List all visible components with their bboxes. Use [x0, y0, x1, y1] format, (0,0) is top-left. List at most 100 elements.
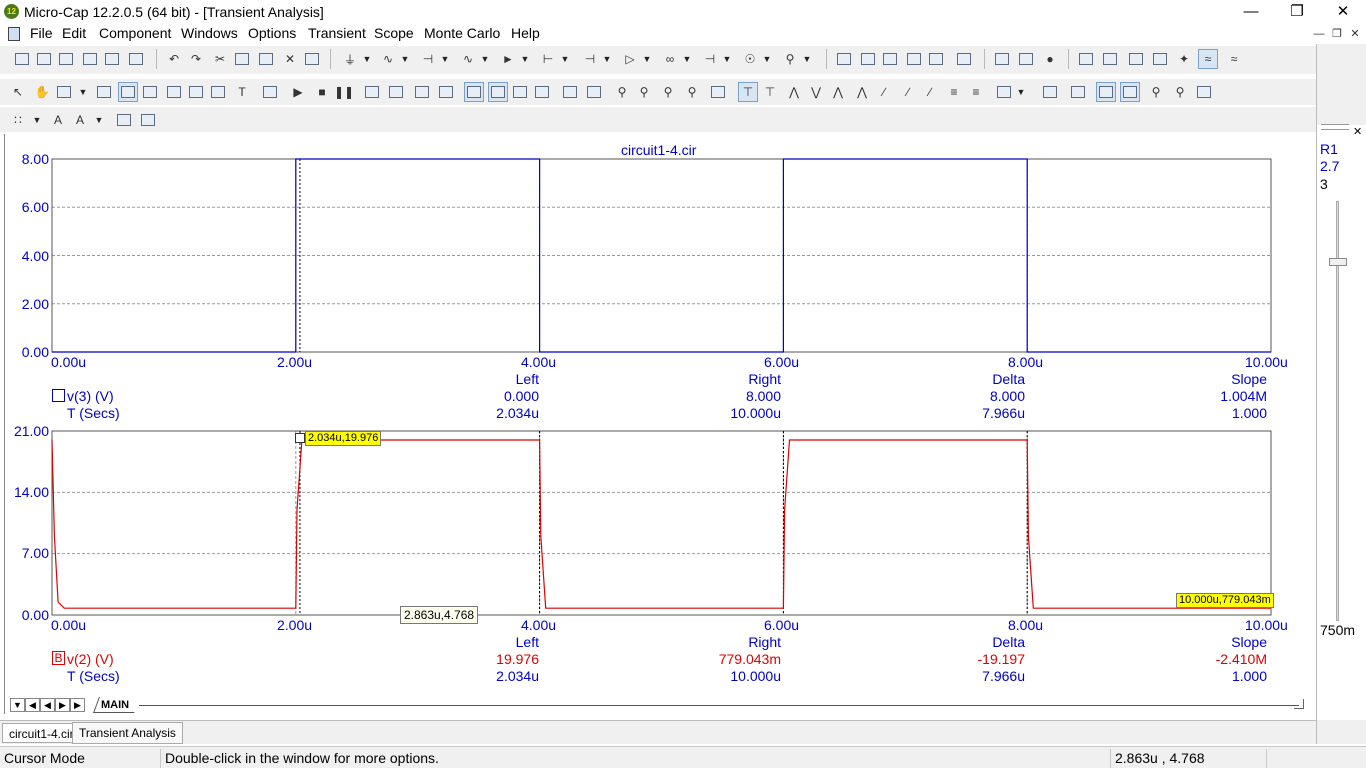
restore-button[interactable]: ❐ [1274, 0, 1320, 24]
cursor-high-icon[interactable]: ⋀ [784, 82, 804, 102]
menu-file[interactable]: File [30, 25, 53, 41]
data-points-icon[interactable] [464, 82, 484, 102]
add-curve-icon[interactable] [362, 82, 382, 102]
last-sheet-icon[interactable]: ▶ [70, 698, 85, 712]
text-color-dropdown[interactable]: ▼ [94, 110, 104, 130]
tile-horizontal-icon[interactable] [880, 49, 900, 69]
delete-icon[interactable]: ✕ [280, 49, 300, 69]
save-all-icon[interactable] [80, 49, 100, 69]
cursor-peak-icon[interactable]: ⊤ [738, 82, 758, 102]
source-dropdown[interactable]: ▼ [400, 49, 410, 69]
menu-monte-carlo[interactable]: Monte Carlo [424, 25, 500, 41]
same-x-scales-icon[interactable] [1096, 82, 1116, 102]
run-icon[interactable]: ▶ [288, 82, 308, 102]
cursor-global-high-icon[interactable]: ⋀ [852, 82, 872, 102]
tokens-icon[interactable] [488, 82, 508, 102]
ruler-icon[interactable] [510, 82, 530, 102]
limits-icon[interactable] [1100, 49, 1120, 69]
redo-icon[interactable]: ↷ [186, 49, 206, 69]
menu-scope[interactable]: Scope [374, 25, 414, 41]
same-y-scales-icon[interactable] [1120, 82, 1140, 102]
bottom-plot[interactable] [5, 424, 1311, 624]
source-component-icon[interactable]: ∿ [378, 49, 398, 69]
pause-icon[interactable]: ❚❚ [334, 82, 354, 102]
zoom-fit-icon[interactable]: ⚲ [658, 82, 678, 102]
zoom-out-icon[interactable]: ⚲ [634, 82, 654, 102]
undo-icon[interactable]: ↶ [164, 49, 184, 69]
cursor-top-icon[interactable]: ∕ [898, 82, 918, 102]
bring-to-front-icon[interactable] [114, 110, 134, 130]
menu-windows[interactable]: Windows [181, 25, 238, 41]
select-all-icon[interactable] [302, 49, 322, 69]
print-icon[interactable] [126, 49, 146, 69]
top-curve-marker[interactable] [52, 389, 65, 402]
plus-mode-icon[interactable] [532, 82, 552, 102]
capacitor-dropdown[interactable]: ▼ [440, 49, 450, 69]
performance-tag-icon[interactable] [208, 82, 228, 102]
resistor-dropdown[interactable]: ▼ [480, 49, 490, 69]
sheet-tab-main[interactable]: MAIN [93, 697, 141, 713]
run-analysis-icon[interactable] [1076, 49, 1096, 69]
menu-component[interactable]: Component [99, 25, 171, 41]
analysis-plot-icon[interactable]: ≈ [1198, 49, 1218, 69]
numeric-list-icon[interactable] [1040, 82, 1060, 102]
transistor-dropdown[interactable]: ▼ [560, 49, 570, 69]
top-plot[interactable] [5, 134, 1311, 394]
ground-dropdown[interactable]: ▼ [362, 49, 372, 69]
cursor-go-icon[interactable]: ≡ [966, 82, 986, 102]
tab-transient-analysis[interactable]: Transient Analysis [72, 722, 183, 744]
mosfet-component-icon[interactable]: ⊣ [580, 49, 600, 69]
right-cursor-label[interactable]: 10.000u,779.043m [1176, 593, 1274, 608]
document-icon[interactable] [8, 27, 20, 41]
optimize-icon[interactable] [436, 82, 456, 102]
opamp-dropdown[interactable]: ▼ [642, 49, 652, 69]
cursor-global-low-icon[interactable]: ∕ [874, 82, 894, 102]
window-split-icon[interactable] [904, 49, 924, 69]
magnify-settings-icon[interactable] [1194, 82, 1214, 102]
menu-transient[interactable]: Transient [308, 25, 366, 41]
clipboard-dropdown[interactable]: ▼ [1016, 82, 1026, 102]
vertical-tag-icon[interactable] [186, 82, 206, 102]
horizontal-scrollbar[interactable] [139, 705, 1299, 706]
save-icon[interactable] [56, 49, 76, 69]
zoom-in-icon[interactable]: ⚲ [612, 82, 632, 102]
menu-edit[interactable]: Edit [62, 25, 86, 41]
paste-icon[interactable] [256, 49, 276, 69]
cursor-bottom-icon[interactable]: ∕ [920, 82, 940, 102]
diode-dropdown[interactable]: ▼ [520, 49, 530, 69]
slider-grip[interactable] [1321, 124, 1349, 130]
plot-window[interactable]: circuit1-4.cir 8.00 6.00 4.00 2.00 0.00 … [4, 134, 1310, 714]
cursor-mode-icon[interactable] [94, 82, 114, 102]
resistor-component-icon[interactable]: ∿ [458, 49, 478, 69]
stop-icon[interactable]: ■ [312, 82, 332, 102]
tile-vertical-icon[interactable] [858, 49, 878, 69]
auto-scale-icon[interactable] [118, 82, 138, 102]
probe-dropdown[interactable]: ▼ [802, 49, 812, 69]
capacitor-component-icon[interactable]: ⊣ [418, 49, 438, 69]
send-to-back-icon[interactable] [138, 110, 158, 130]
cursor-slope-icon[interactable]: ≡ [944, 82, 964, 102]
battery-component-icon[interactable]: ⊣ [700, 49, 720, 69]
inductor-dropdown[interactable]: ▼ [682, 49, 692, 69]
app-icon[interactable]: 12 [4, 4, 19, 19]
clipboard-icon[interactable] [994, 82, 1014, 102]
node-dropdown[interactable]: ▼ [762, 49, 772, 69]
sheet-menu-icon[interactable]: ▼ [10, 698, 25, 712]
minor-grids-icon[interactable] [584, 82, 604, 102]
select-mode-icon[interactable]: ↖ [8, 82, 28, 102]
inductor-component-icon[interactable]: ∞ [660, 49, 680, 69]
left-cursor-label[interactable]: 2.034u,19.976 [305, 431, 382, 446]
first-sheet-icon[interactable]: ◀ [25, 698, 40, 712]
web-globe-icon[interactable]: ● [1040, 49, 1060, 69]
cursor-inflection-icon[interactable]: ⋀ [828, 82, 848, 102]
mdi-minimize-button[interactable]: — [1310, 26, 1328, 42]
battery-dropdown[interactable]: ▼ [722, 49, 732, 69]
point-tag-icon[interactable] [140, 82, 160, 102]
zoom-reset-icon[interactable]: ⚲ [682, 82, 702, 102]
mdi-close-button[interactable]: ✕ [1346, 26, 1364, 42]
book-icon[interactable] [992, 49, 1012, 69]
cursor-valley-icon[interactable]: ⊤ [760, 82, 780, 102]
delete-curve-icon[interactable] [386, 82, 406, 102]
bottom-curve-marker[interactable]: B [52, 651, 65, 665]
prev-sheet-icon[interactable]: ◀ [40, 698, 55, 712]
